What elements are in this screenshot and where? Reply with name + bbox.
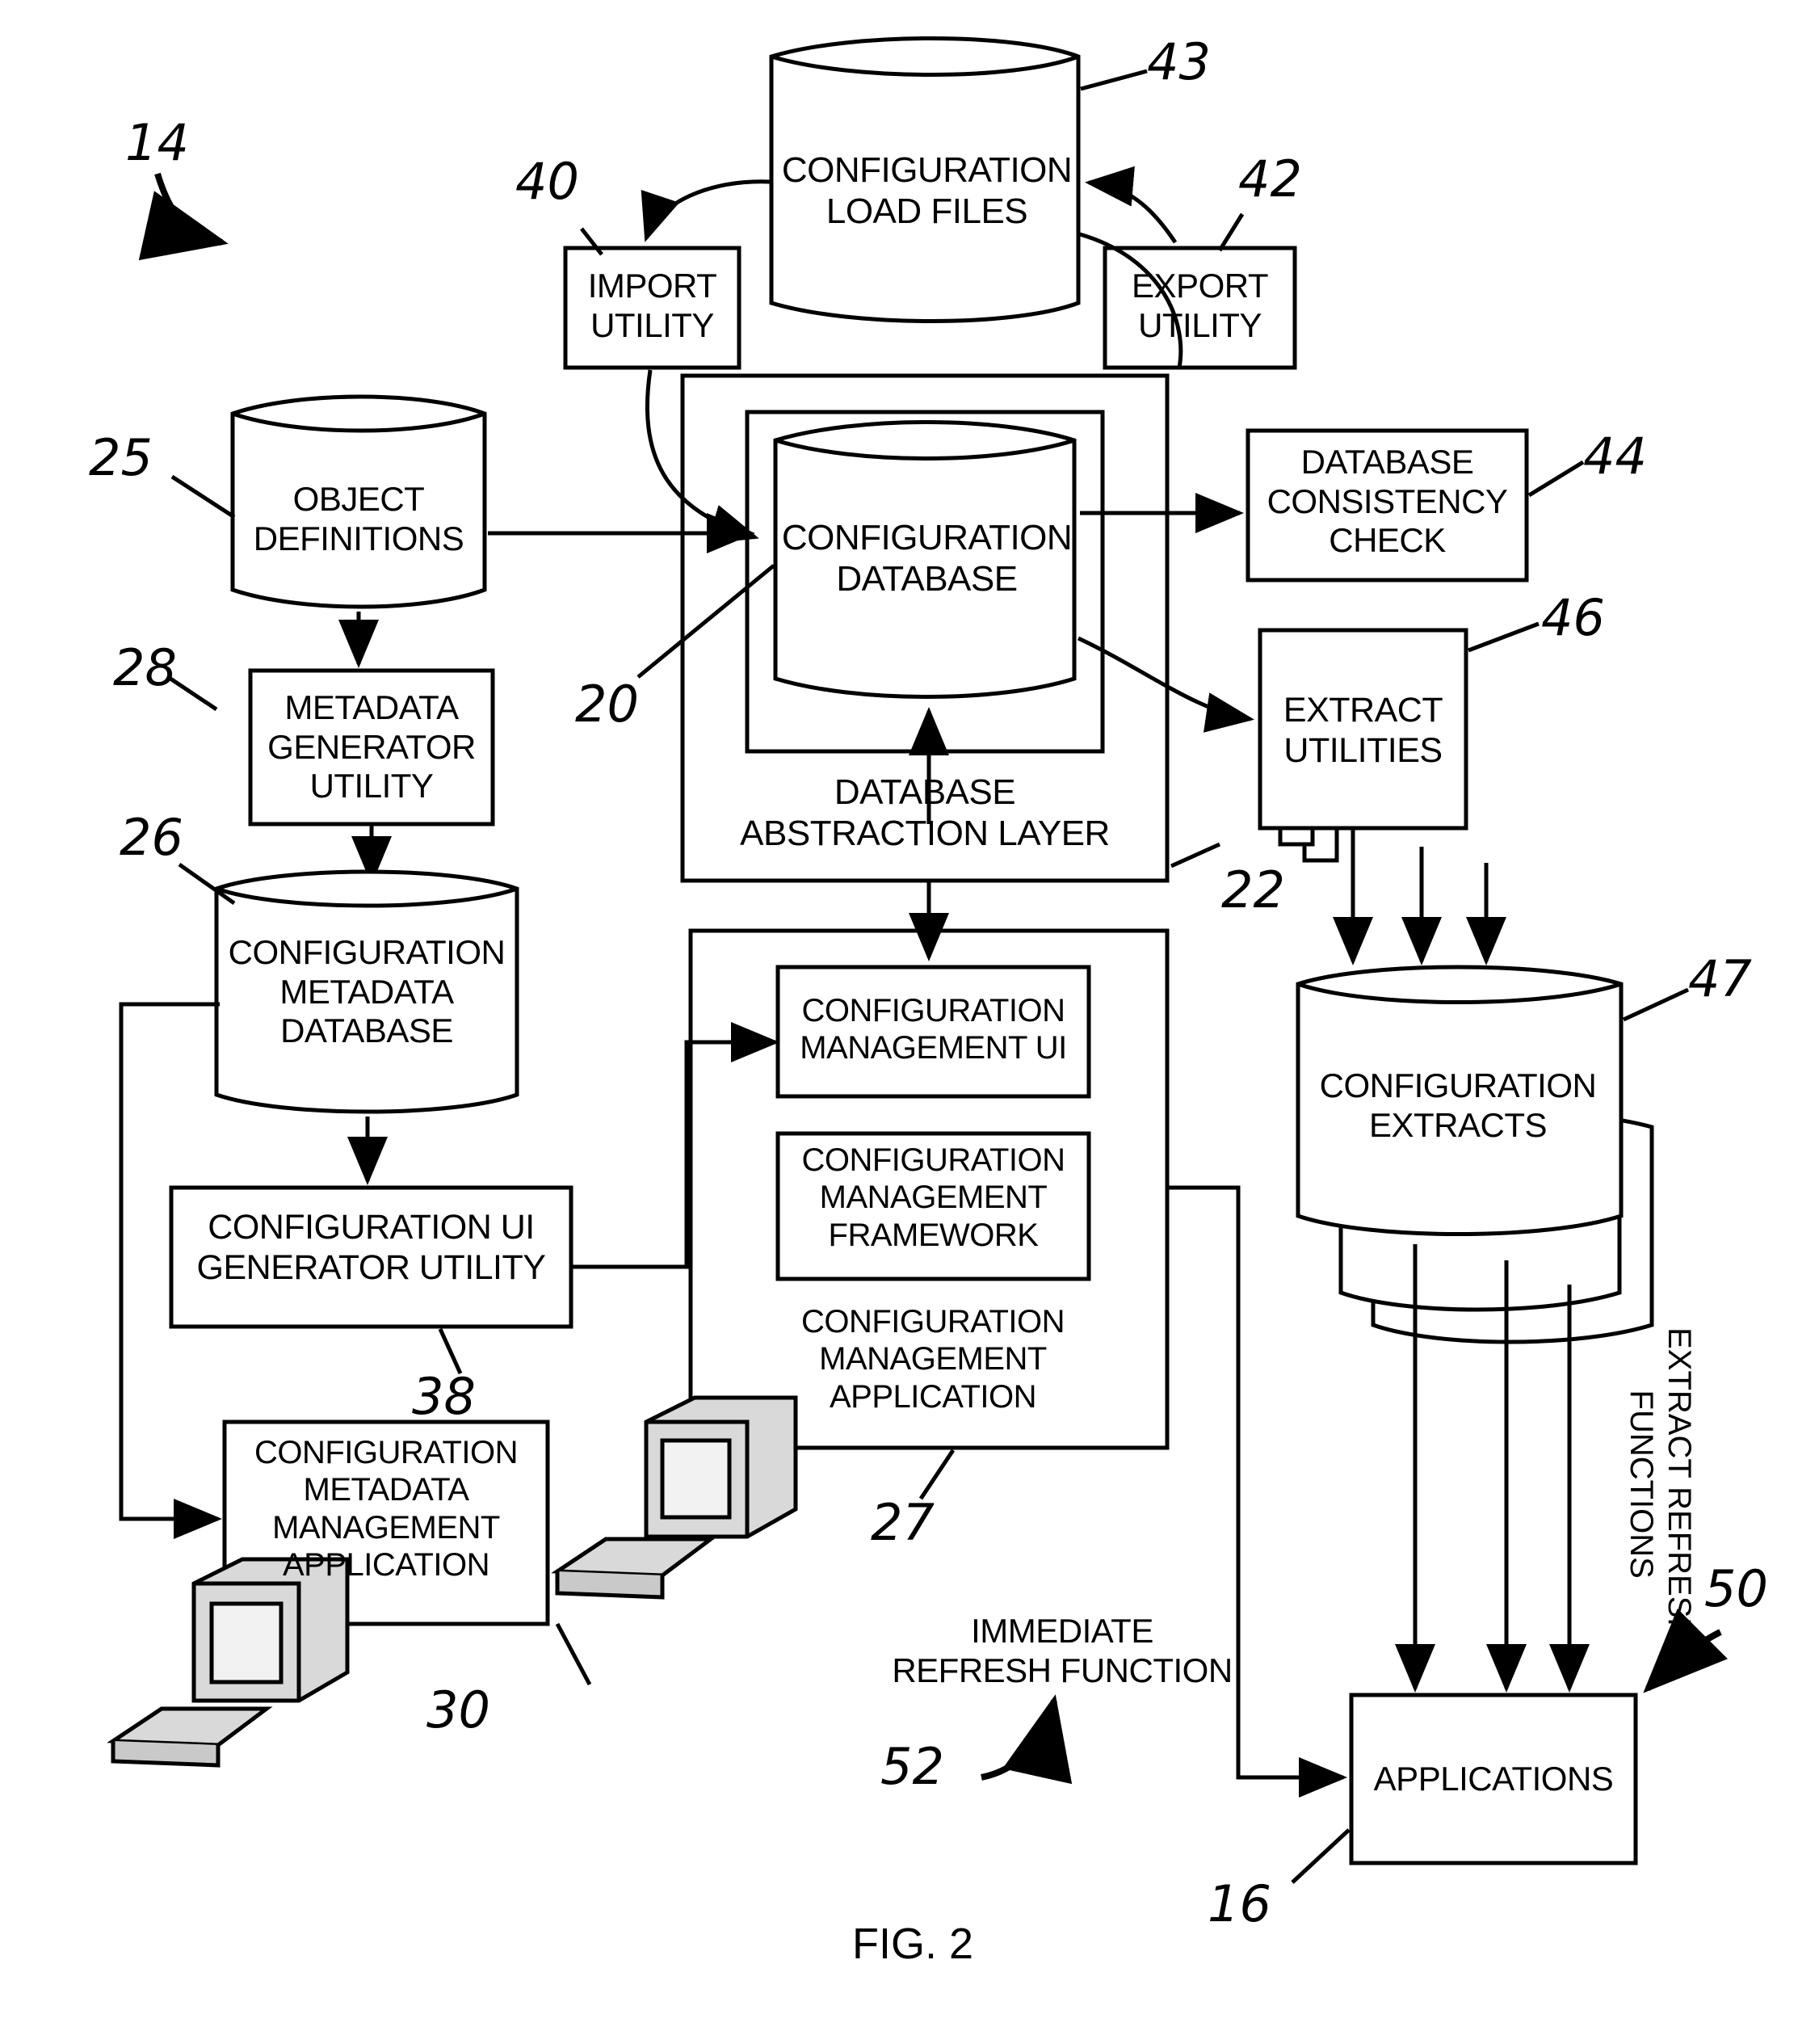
- ref-38: 38: [412, 1367, 476, 1426]
- ref-44: 44: [1583, 427, 1647, 486]
- config-ui-generator-shape: [169, 1185, 573, 1329]
- patent-figure: CONFIGURATION LOAD FILES IMPORT UTILITY …: [0, 0, 1819, 2044]
- db-consistency-check-shape: [1246, 428, 1529, 582]
- extract-refresh-functions-label: EXTRACT REFRESH FUNCTIONS: [1624, 1327, 1698, 1642]
- monitor-icon-1: [107, 1557, 350, 1768]
- ref-43: 43: [1147, 32, 1211, 91]
- ref-52: 52: [880, 1737, 944, 1796]
- ref-40: 40: [515, 152, 579, 211]
- extract-utilities-shape: [1258, 628, 1468, 831]
- ref-50: 50: [1704, 1559, 1768, 1618]
- ref-26: 26: [120, 808, 183, 867]
- ref-14-arrow: [138, 172, 229, 261]
- cm-framework-shape: [775, 1131, 1091, 1281]
- ref-25: 25: [89, 428, 153, 487]
- import-utility-shape: [563, 246, 741, 370]
- ref-20: 20: [575, 675, 639, 734]
- config-metadata-db-shape: [214, 869, 519, 1114]
- export-utility-shape: [1103, 246, 1297, 370]
- ref-16: 16: [1208, 1874, 1271, 1933]
- ref-42: 42: [1238, 149, 1302, 208]
- ref-27: 27: [871, 1493, 935, 1552]
- object-definitions-shape: [230, 394, 487, 609]
- config-extracts-shape: [1296, 965, 1624, 1236]
- ref-46: 46: [1541, 588, 1605, 647]
- ref-30: 30: [426, 1680, 490, 1739]
- monitor-icon-2: [551, 1395, 798, 1600]
- ref-14: 14: [125, 113, 189, 172]
- ref-22: 22: [1221, 860, 1285, 919]
- cm-ui-shape: [775, 965, 1091, 1099]
- figure-caption: FIG. 2: [852, 1920, 974, 1968]
- metadata-generator-shape: [248, 668, 495, 826]
- applications-shape: [1349, 1693, 1638, 1865]
- ref-28: 28: [113, 638, 177, 697]
- config-load-files-shape: [769, 36, 1081, 323]
- ref-47: 47: [1688, 949, 1752, 1008]
- ref-52-arrow: [981, 1694, 1073, 1785]
- config-database-shape: [773, 420, 1077, 699]
